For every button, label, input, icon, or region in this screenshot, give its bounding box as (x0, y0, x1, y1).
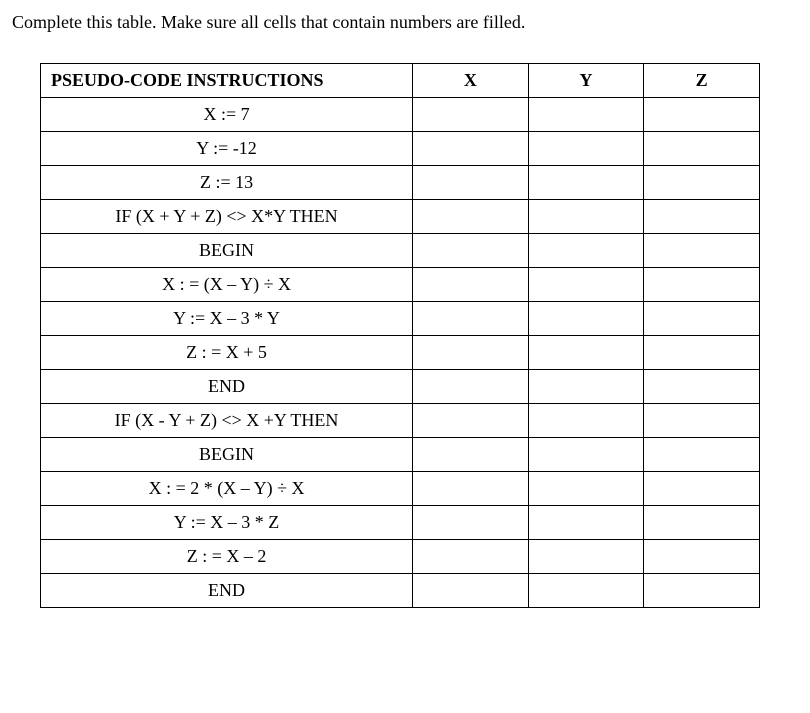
header-instructions: PSEUDO-CODE INSTRUCTIONS (41, 64, 413, 98)
x-cell[interactable] (413, 166, 529, 200)
x-cell[interactable] (413, 200, 529, 234)
z-cell[interactable] (644, 574, 760, 608)
instruction-cell: X := 7 (41, 98, 413, 132)
table-row: IF (X - Y + Z) <> X +Y THEN (41, 404, 760, 438)
x-cell[interactable] (413, 472, 529, 506)
x-cell[interactable] (413, 132, 529, 166)
y-cell[interactable] (528, 302, 644, 336)
z-cell[interactable] (644, 438, 760, 472)
instruction-cell: X : = 2 * (X – Y) ÷ X (41, 472, 413, 506)
z-cell[interactable] (644, 200, 760, 234)
table-row: X : = 2 * (X – Y) ÷ X (41, 472, 760, 506)
y-cell[interactable] (528, 336, 644, 370)
instruction-cell: Z : = X – 2 (41, 540, 413, 574)
instruction-cell: X : = (X – Y) ÷ X (41, 268, 413, 302)
x-cell[interactable] (413, 234, 529, 268)
z-cell[interactable] (644, 268, 760, 302)
z-cell[interactable] (644, 98, 760, 132)
y-cell[interactable] (528, 438, 644, 472)
table-row: X := 7 (41, 98, 760, 132)
x-cell[interactable] (413, 438, 529, 472)
table-row: Y := X – 3 * Y (41, 302, 760, 336)
instruction-cell: IF (X + Y + Z) <> X*Y THEN (41, 200, 413, 234)
y-cell[interactable] (528, 404, 644, 438)
table-header-row: PSEUDO-CODE INSTRUCTIONS X Y Z (41, 64, 760, 98)
z-cell[interactable] (644, 234, 760, 268)
table-row: BEGIN (41, 438, 760, 472)
instruction-cell: Z := 13 (41, 166, 413, 200)
z-cell[interactable] (644, 506, 760, 540)
x-cell[interactable] (413, 404, 529, 438)
y-cell[interactable] (528, 234, 644, 268)
y-cell[interactable] (528, 506, 644, 540)
instruction-cell: Y := X – 3 * Z (41, 506, 413, 540)
table-row: END (41, 370, 760, 404)
x-cell[interactable] (413, 268, 529, 302)
z-cell[interactable] (644, 404, 760, 438)
y-cell[interactable] (528, 574, 644, 608)
table-row: Z : = X + 5 (41, 336, 760, 370)
z-cell[interactable] (644, 540, 760, 574)
header-y: Y (528, 64, 644, 98)
x-cell[interactable] (413, 506, 529, 540)
table-row: Y := X – 3 * Z (41, 506, 760, 540)
y-cell[interactable] (528, 166, 644, 200)
header-x: X (413, 64, 529, 98)
header-z: Z (644, 64, 760, 98)
prompt-text: Complete this table. Make sure all cells… (12, 12, 798, 33)
instruction-cell: END (41, 574, 413, 608)
table-row: Y := -12 (41, 132, 760, 166)
y-cell[interactable] (528, 268, 644, 302)
y-cell[interactable] (528, 200, 644, 234)
x-cell[interactable] (413, 574, 529, 608)
instruction-cell: Z : = X + 5 (41, 336, 413, 370)
instruction-cell: BEGIN (41, 234, 413, 268)
table-row: X : = (X – Y) ÷ X (41, 268, 760, 302)
instruction-cell: END (41, 370, 413, 404)
x-cell[interactable] (413, 540, 529, 574)
z-cell[interactable] (644, 132, 760, 166)
x-cell[interactable] (413, 336, 529, 370)
table-row: Z : = X – 2 (41, 540, 760, 574)
y-cell[interactable] (528, 132, 644, 166)
pseudocode-table: PSEUDO-CODE INSTRUCTIONS X Y Z X := 7Y :… (40, 63, 760, 608)
y-cell[interactable] (528, 472, 644, 506)
y-cell[interactable] (528, 98, 644, 132)
z-cell[interactable] (644, 166, 760, 200)
z-cell[interactable] (644, 472, 760, 506)
table-row: IF (X + Y + Z) <> X*Y THEN (41, 200, 760, 234)
instruction-cell: Y := -12 (41, 132, 413, 166)
y-cell[interactable] (528, 370, 644, 404)
instruction-cell: IF (X - Y + Z) <> X +Y THEN (41, 404, 413, 438)
table-row: BEGIN (41, 234, 760, 268)
z-cell[interactable] (644, 302, 760, 336)
y-cell[interactable] (528, 540, 644, 574)
table-row: Z := 13 (41, 166, 760, 200)
x-cell[interactable] (413, 370, 529, 404)
x-cell[interactable] (413, 98, 529, 132)
x-cell[interactable] (413, 302, 529, 336)
table-container: PSEUDO-CODE INSTRUCTIONS X Y Z X := 7Y :… (12, 63, 798, 608)
instruction-cell: Y := X – 3 * Y (41, 302, 413, 336)
instruction-cell: BEGIN (41, 438, 413, 472)
z-cell[interactable] (644, 336, 760, 370)
z-cell[interactable] (644, 370, 760, 404)
table-row: END (41, 574, 760, 608)
